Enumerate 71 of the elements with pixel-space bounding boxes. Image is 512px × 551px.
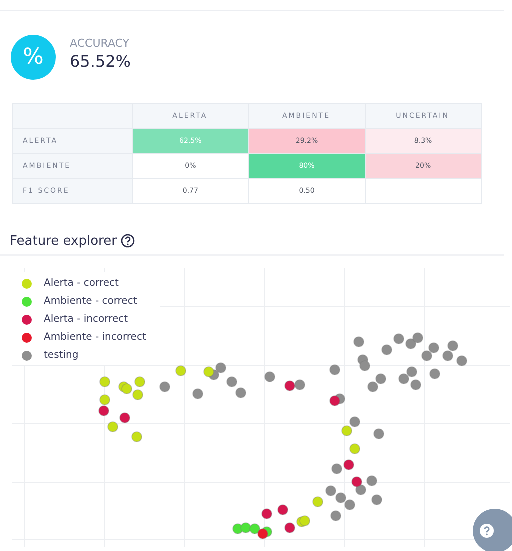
data-point <box>204 366 214 378</box>
data-point <box>312 496 324 508</box>
accuracy-label: ACCURACY <box>70 37 130 50</box>
data-point <box>108 422 118 432</box>
data-point <box>258 528 268 540</box>
data-point <box>374 428 384 440</box>
data-point <box>236 388 246 398</box>
data-point <box>344 500 356 510</box>
data-point <box>300 516 310 526</box>
data-point <box>100 376 110 388</box>
data-point <box>354 336 364 348</box>
data-point <box>456 356 468 366</box>
data-point <box>330 364 340 376</box>
data-point <box>134 376 146 388</box>
data-point <box>326 486 336 496</box>
data-point <box>398 374 410 384</box>
data-point <box>250 524 260 534</box>
data-point <box>176 366 186 376</box>
data-point <box>100 394 110 406</box>
data-point <box>160 382 170 392</box>
data-point <box>98 406 110 416</box>
data-point <box>216 362 226 374</box>
legend-label: Alerta - correct <box>44 278 119 289</box>
help-icon <box>480 524 494 538</box>
data-point <box>192 388 204 400</box>
data-point <box>344 460 354 470</box>
legend-label: Ambiente - correct <box>44 296 138 307</box>
data-point <box>132 432 142 442</box>
data-point <box>376 374 386 384</box>
data-point <box>448 340 458 352</box>
data-point <box>366 476 378 486</box>
data-point <box>422 350 432 362</box>
data-point <box>330 510 342 522</box>
data-point <box>412 332 424 344</box>
legend-label: Alerta - incorrect <box>44 314 128 325</box>
help-button[interactable] <box>473 509 512 551</box>
data-point <box>382 344 392 356</box>
data-point <box>336 492 346 504</box>
data-point <box>394 334 404 344</box>
legend-label: Ambiente - incorrect <box>44 332 146 343</box>
data-point <box>350 416 360 428</box>
data-point <box>428 342 440 354</box>
data-point <box>442 350 454 362</box>
data-point <box>120 412 130 424</box>
percent-icon: % <box>11 34 56 80</box>
help-icon[interactable] <box>120 234 135 248</box>
data-point <box>332 464 342 474</box>
section-title: Feature explorer <box>10 234 117 248</box>
data-point <box>240 522 252 534</box>
accuracy-value: 65.52% <box>70 52 132 71</box>
data-point <box>350 444 360 454</box>
data-point <box>352 476 362 488</box>
data-point <box>342 426 352 436</box>
data-point <box>430 368 440 380</box>
data-point <box>372 494 382 506</box>
data-point <box>122 384 132 394</box>
data-point <box>264 372 276 382</box>
data-point <box>262 508 272 520</box>
data-point <box>406 338 416 350</box>
data-point <box>330 396 340 406</box>
data-point <box>132 390 144 400</box>
data-point <box>294 380 306 390</box>
data-point <box>368 382 378 392</box>
data-point <box>226 376 238 388</box>
data-point <box>410 380 422 390</box>
data-point <box>360 360 370 372</box>
data-point <box>406 366 418 378</box>
data-point <box>284 522 296 534</box>
legend-label: testing <box>44 350 79 361</box>
data-point <box>284 380 296 392</box>
data-point <box>278 504 288 516</box>
